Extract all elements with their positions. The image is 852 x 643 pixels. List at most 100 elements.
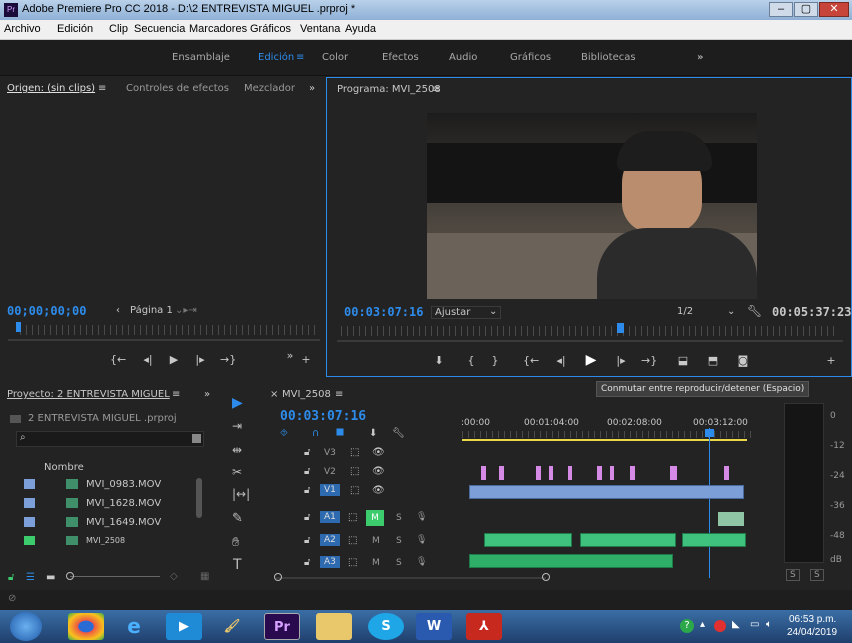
menu-edicion[interactable]: Edición [57,23,93,35]
lift-icon[interactable]: ⬓ [675,354,691,367]
source-ruler[interactable] [20,325,316,335]
hand-tool-icon[interactable]: ✋︎ [232,535,239,550]
source-scrollbar[interactable] [8,339,320,341]
sync-icon[interactable]: ⬚ [348,557,357,568]
start-button-icon[interactable] [10,612,42,641]
program-add-button-icon[interactable]: + [823,354,839,367]
workspace-audio[interactable]: Audio [449,52,477,63]
lock-track-icon[interactable]: 🔓︎ [304,535,310,546]
page-dropdown-icon[interactable]: ⌄▸⇥ [175,305,197,316]
source-playhead-icon[interactable] [16,322,21,332]
project-search-input[interactable] [16,431,204,447]
timeline-timecode[interactable]: 00:03:07:16 [280,409,366,424]
name-column-header[interactable]: Nombre [44,462,84,473]
page-label[interactable]: Página 1 [130,305,173,316]
list-item[interactable]: MVI_2508 [16,533,204,545]
ripple-edit-tool-icon[interactable]: ⇹ [232,443,242,457]
track-header-v2[interactable]: 🔓︎ V2 ⬚ 👁︎ [262,464,460,482]
extract-icon[interactable]: ⬒ [705,354,721,367]
clip-v1[interactable] [469,485,744,499]
clip-v2[interactable] [549,466,553,480]
solo-button[interactable]: S [396,558,402,568]
menu-ventana[interactable]: Ventana [300,23,340,35]
workspace-menu-icon[interactable]: ≡ [296,52,304,63]
premiere-taskbar-icon[interactable]: Pr [264,613,300,640]
sync-icon[interactable]: ⬚ [350,447,359,458]
battery-tray-icon[interactable]: ▭ [750,619,759,630]
mic-icon[interactable]: 🎙︎ [416,512,427,522]
antivirus-tray-icon[interactable] [714,620,726,632]
menu-clip[interactable]: Clip [109,23,128,35]
clock-time[interactable]: 06:53 p.m. [789,614,836,625]
mic-icon[interactable]: 🎙︎ [416,557,427,567]
clock-date[interactable]: 24/04/2019 [787,627,837,638]
tray-expand-icon[interactable]: ▴ [700,619,705,630]
timeline-playhead-icon[interactable] [705,429,714,437]
add-button-icon[interactable]: + [298,353,314,366]
help-tray-icon[interactable]: ? [680,619,694,633]
add-marker-icon[interactable]: ⬇ [431,354,447,367]
fit-chevron-icon[interactable]: ⌄ [489,306,497,317]
solo-button[interactable]: S [396,536,402,546]
timeline-menu-icon[interactable]: ≡ [335,389,343,400]
project-more-icon[interactable]: » [204,389,210,400]
marker-icon[interactable]: ⬇ [369,428,377,439]
tab-source[interactable]: Origen: (sin clips) [7,83,95,94]
work-area-bar[interactable] [462,439,747,441]
mute-button[interactable]: M [372,558,380,568]
sync-icon[interactable]: ⬚ [348,512,357,523]
project-scrollbar[interactable] [196,478,202,518]
zoom-slider-handle-icon[interactable] [66,572,74,580]
eye-icon[interactable]: 👁︎ [372,447,385,458]
timeline-settings-icon[interactable]: 🔧︎ [392,428,405,439]
automate-icon[interactable]: ◇ [170,571,178,582]
track-header-a1[interactable]: 🔓︎ A1 ⬚ M S 🎙︎ [262,509,460,529]
lock-icon[interactable]: 🔓︎ [8,572,14,583]
menu-marcadores[interactable]: Marcadores [189,23,247,35]
workspace-bibliotecas[interactable]: Bibliotecas [581,52,636,63]
sync-icon[interactable]: ⬚ [350,485,359,496]
network-tray-icon[interactable]: ◣ [732,619,740,630]
track-header-a3[interactable]: 🔓︎ A3 ⬚ M S 🎙︎ [262,554,460,574]
program-title[interactable]: Programa: MVI_2508 [337,84,441,95]
snap-icon[interactable]: ∩ [312,428,319,439]
go-to-in-icon[interactable]: {← [523,354,539,367]
mute-button[interactable]: M [366,510,384,526]
program-playhead-icon[interactable] [617,323,624,333]
solo-right-button[interactable]: S [810,569,824,581]
sync-icon[interactable]: ⬚ [350,466,359,477]
list-item[interactable]: MVI_1628.MOV [16,495,204,512]
resolution-dropdown[interactable]: 1/2 [677,306,747,317]
new-bin-icon[interactable] [192,434,201,443]
timeline-close-icon[interactable]: × [270,389,278,400]
program-scrollbar[interactable] [337,340,843,342]
type-tool-icon[interactable]: T [233,557,242,573]
wrench-icon[interactable]: 🔧︎ [747,304,762,318]
media-player-icon[interactable]: ▶ [166,613,202,640]
volume-tray-icon[interactable]: 🔈︎ [766,619,772,630]
icon-view-icon[interactable]: ▬ [46,572,55,583]
menu-secuencia[interactable]: Secuencia [134,23,185,35]
list-view-icon[interactable]: ☰ [26,572,35,583]
razor-tool-icon[interactable]: ✂ [232,465,242,479]
clip-v2[interactable] [597,466,602,480]
hscroll-handle-icon[interactable] [542,573,550,581]
mark-out-bracket-icon[interactable]: } [487,354,503,367]
more-buttons-icon[interactable]: » [282,349,298,362]
go-out-icon[interactable]: →} [220,353,236,366]
chrome-icon[interactable] [68,613,104,640]
workspace-graficos[interactable]: Gráficos [510,52,551,63]
clip-v2[interactable] [610,466,614,480]
play-icon[interactable]: ▶ [166,353,182,366]
list-item[interactable]: MVI_0983.MOV [16,476,204,493]
eye-icon[interactable]: 👁︎ [372,466,385,477]
mark-in-bracket-icon[interactable]: { [463,354,479,367]
tab-mixer[interactable]: Mezclador [244,83,295,94]
workspace-ensamblaje[interactable]: Ensamblaje [172,52,230,63]
step-back-frame-icon[interactable]: ◂| [553,354,569,367]
timeline-title[interactable]: MVI_2508 [282,389,331,400]
selection-tool-icon[interactable]: ▶ [232,395,243,411]
lock-track-icon[interactable]: 🔓︎ [304,447,310,458]
project-menu-icon[interactable]: ≡ [172,389,180,400]
export-frame-icon[interactable]: ◙ [735,354,751,367]
